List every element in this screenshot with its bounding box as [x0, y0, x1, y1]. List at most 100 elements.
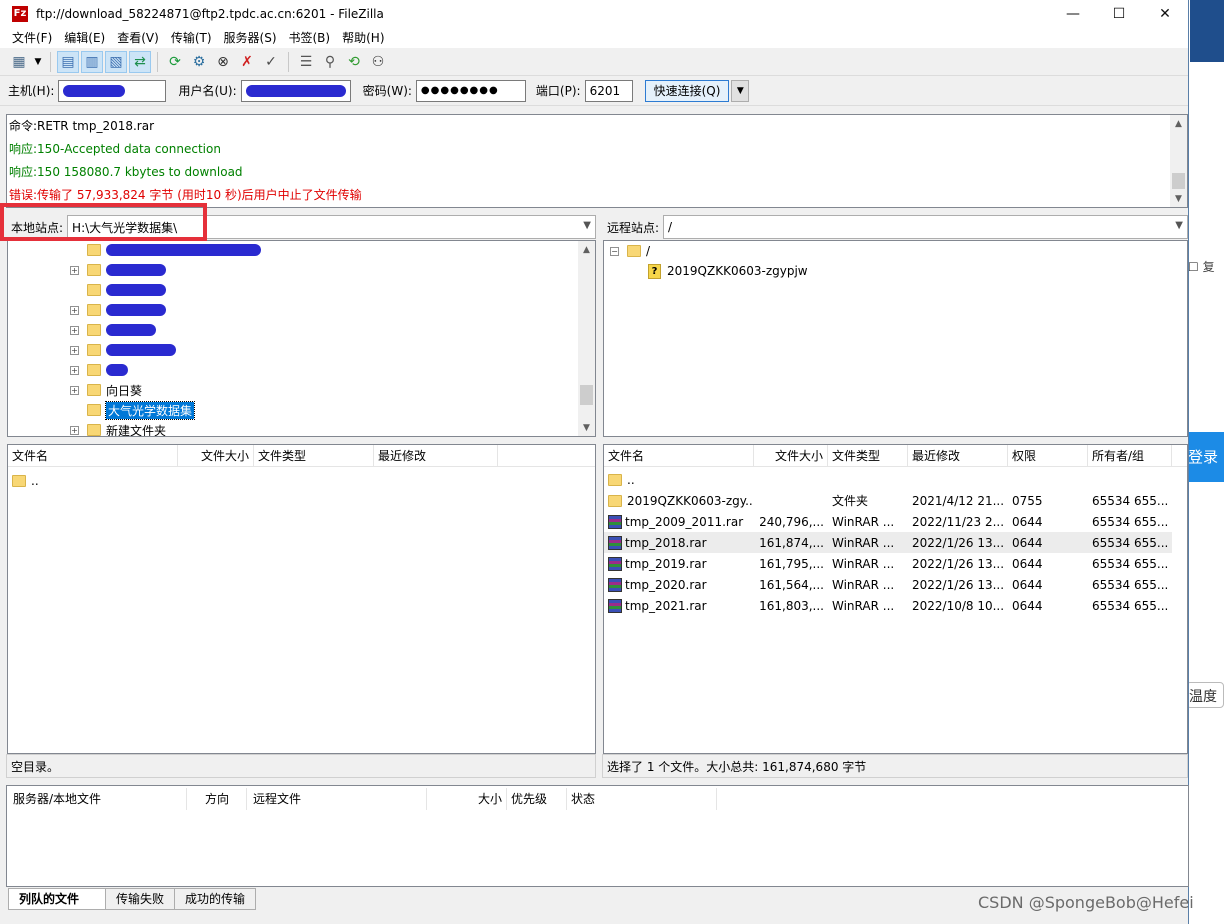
window-title: ftp://download_58224871@ftp2.tpdc.ac.cn:… [36, 6, 384, 21]
column-header-filename[interactable]: 文件名 [8, 445, 178, 467]
maximize-button[interactable]: ☐ [1096, 0, 1142, 27]
cell-modified: 2022/1/26 13... [912, 556, 1005, 571]
site-manager-dropdown-icon[interactable]: ▼ [32, 51, 44, 73]
password-input[interactable]: ●●●●●●●● [415, 79, 526, 102]
column-header-size[interactable]: 大小 [427, 788, 507, 810]
expand-icon[interactable]: + [70, 345, 79, 355]
local-tree-item[interactable]: + 新建文件夹 [70, 420, 166, 436]
column-header-direction[interactable]: 方向 [187, 788, 247, 810]
file-row[interactable]: tmp_2019.rar 161,795,... WinRAR ... 2022/1/… [604, 553, 1172, 574]
menu-transfer[interactable]: 传输(T) [165, 29, 218, 46]
menu-bookmarks[interactable]: 书签(B) [283, 29, 337, 46]
expand-icon[interactable]: + [70, 385, 79, 395]
binoculars-icon[interactable]: ⚇ [367, 51, 389, 73]
expand-icon[interactable]: + [70, 365, 79, 375]
sync-browse-icon[interactable]: ⟲ [343, 51, 365, 73]
toggle-remote-tree-icon[interactable]: ▧ [105, 50, 127, 73]
quickconnect-dropdown-icon[interactable]: ▼ [731, 79, 750, 102]
close-button[interactable]: ✕ [1142, 0, 1188, 27]
menu-help[interactable]: 帮助(H) [336, 29, 390, 46]
port-label: 端口(P): [535, 84, 581, 98]
file-row[interactable]: tmp_2020.rar 161,564,... WinRAR ... 2022/1/… [604, 574, 1172, 595]
cancel-icon[interactable]: ⊗ [212, 51, 234, 73]
column-header-type[interactable]: 文件类型 [828, 445, 908, 467]
process-queue-icon[interactable]: ⚙ [188, 51, 210, 73]
chevron-down-icon[interactable]: ▼ [583, 220, 591, 231]
site-manager-icon[interactable]: ▦ [8, 51, 30, 73]
column-header-modified[interactable]: 最近修改 [908, 445, 1008, 467]
column-header-filename[interactable]: 文件名 [604, 445, 754, 467]
scroll-thumb[interactable] [580, 385, 593, 405]
local-tree-scrollbar[interactable]: ▲ ▼ [578, 241, 595, 436]
username-input[interactable] [240, 79, 351, 102]
toggle-log-icon[interactable]: ▤ [57, 50, 79, 73]
expand-icon[interactable]: + [70, 325, 79, 335]
disconnect-icon[interactable]: ✗ [236, 51, 258, 73]
file-row[interactable]: 2019QZKK0603-zgy... 文件夹 2021/4/12 21... 075… [604, 490, 1172, 511]
minimize-button[interactable]: — [1050, 0, 1096, 27]
column-header-owner[interactable]: 所有者/组 [1088, 445, 1172, 467]
remote-site-bar: 远程站点: / ▼ [603, 215, 1188, 239]
column-header-remote-file[interactable]: 远程文件 [247, 788, 427, 810]
remote-path-combo[interactable]: / ▼ [663, 215, 1188, 239]
log-scrollbar[interactable]: ▲ ▼ [1170, 115, 1187, 207]
filter-icon[interactable]: ☰ [295, 51, 317, 73]
column-header-size[interactable]: 文件大小 [754, 445, 828, 467]
cell-size: 161,874,... [759, 535, 824, 550]
local-tree-item[interactable]: + 向日葵 [70, 380, 142, 400]
toggle-queue-icon[interactable]: ⇄ [129, 50, 151, 73]
column-header-status[interactable]: 状态 [567, 788, 717, 810]
local-tree-item[interactable]: + [70, 340, 176, 360]
scroll-down-icon[interactable]: ▼ [578, 419, 595, 436]
refresh-icon[interactable]: ⟳ [164, 51, 186, 73]
search-icon[interactable]: ⚲ [319, 51, 341, 73]
rar-archive-icon [608, 556, 622, 571]
column-header-priority[interactable]: 优先级 [507, 788, 567, 810]
scroll-thumb[interactable] [1172, 173, 1185, 189]
column-header-modified[interactable]: 最近修改 [374, 445, 498, 467]
expand-icon[interactable]: + [70, 425, 79, 435]
local-tree-item[interactable]: 大气光学数据集 [70, 400, 196, 420]
tab-successful-transfers[interactable]: 成功的传输 [174, 888, 257, 910]
tab-failed-transfers[interactable]: 传输失败 [105, 888, 176, 910]
quickconnect-button[interactable]: 快速连接(Q) [644, 79, 730, 102]
scroll-up-icon[interactable]: ▲ [1170, 115, 1187, 132]
menu-file[interactable]: 文件(F) [6, 29, 58, 46]
file-row[interactable]: tmp_2018.rar 161,874,... WinRAR ... 2022/1/… [604, 532, 1172, 553]
local-tree-item[interactable] [70, 280, 166, 300]
local-tree-item[interactable]: + [70, 300, 166, 320]
chevron-down-icon[interactable]: ▼ [1175, 220, 1183, 231]
local-tree-item[interactable]: + [70, 260, 166, 280]
cell-perm: 0755 [1012, 493, 1043, 508]
toggle-local-tree-icon[interactable]: ▥ [81, 50, 103, 73]
remote-tree-root[interactable]: − / [610, 241, 650, 261]
local-tree-item[interactable] [70, 241, 261, 260]
cell-owner: 65534 655... [1092, 598, 1169, 613]
column-header-permissions[interactable]: 权限 [1008, 445, 1088, 467]
file-row[interactable]: .. [604, 469, 1172, 490]
file-row[interactable]: tmp_2009_2011.rar 240,796,... WinRAR ... 20… [604, 511, 1172, 532]
menu-server[interactable]: 服务器(S) [218, 29, 283, 46]
local-tree-item[interactable]: + [70, 360, 128, 380]
file-row[interactable]: tmp_2021.rar 161,803,... WinRAR ... 2022/10… [604, 595, 1172, 616]
column-header-local-file[interactable]: 服务器/本地文件 [7, 788, 187, 810]
tree-label: 2019QZKK0603-zgypjw [667, 264, 808, 278]
scroll-down-icon[interactable]: ▼ [1170, 190, 1187, 207]
scroll-up-icon[interactable]: ▲ [578, 241, 595, 258]
expand-icon[interactable]: + [70, 265, 79, 275]
port-input[interactable]: 6201 [584, 79, 633, 102]
expand-icon[interactable]: + [70, 305, 79, 315]
tab-queued-files[interactable]: 列队的文件 [8, 888, 106, 910]
remote-tree-item[interactable]: ? 2019QZKK0603-zgypjw [648, 261, 808, 281]
remote-tree: − / ? 2019QZKK0603-zgypjw [603, 240, 1188, 437]
local-tree-item[interactable]: + [70, 320, 156, 340]
host-input[interactable] [58, 79, 167, 102]
menu-edit[interactable]: 编辑(E) [58, 29, 111, 46]
tree-label: 大气光学数据集 [104, 400, 196, 420]
file-row-parent[interactable]: .. [12, 470, 39, 491]
reconnect-icon[interactable]: ✓ [260, 51, 282, 73]
collapse-icon[interactable]: − [610, 246, 619, 256]
column-header-size[interactable]: 文件大小 [178, 445, 254, 467]
column-header-type[interactable]: 文件类型 [254, 445, 374, 467]
menu-view[interactable]: 查看(V) [111, 29, 165, 46]
